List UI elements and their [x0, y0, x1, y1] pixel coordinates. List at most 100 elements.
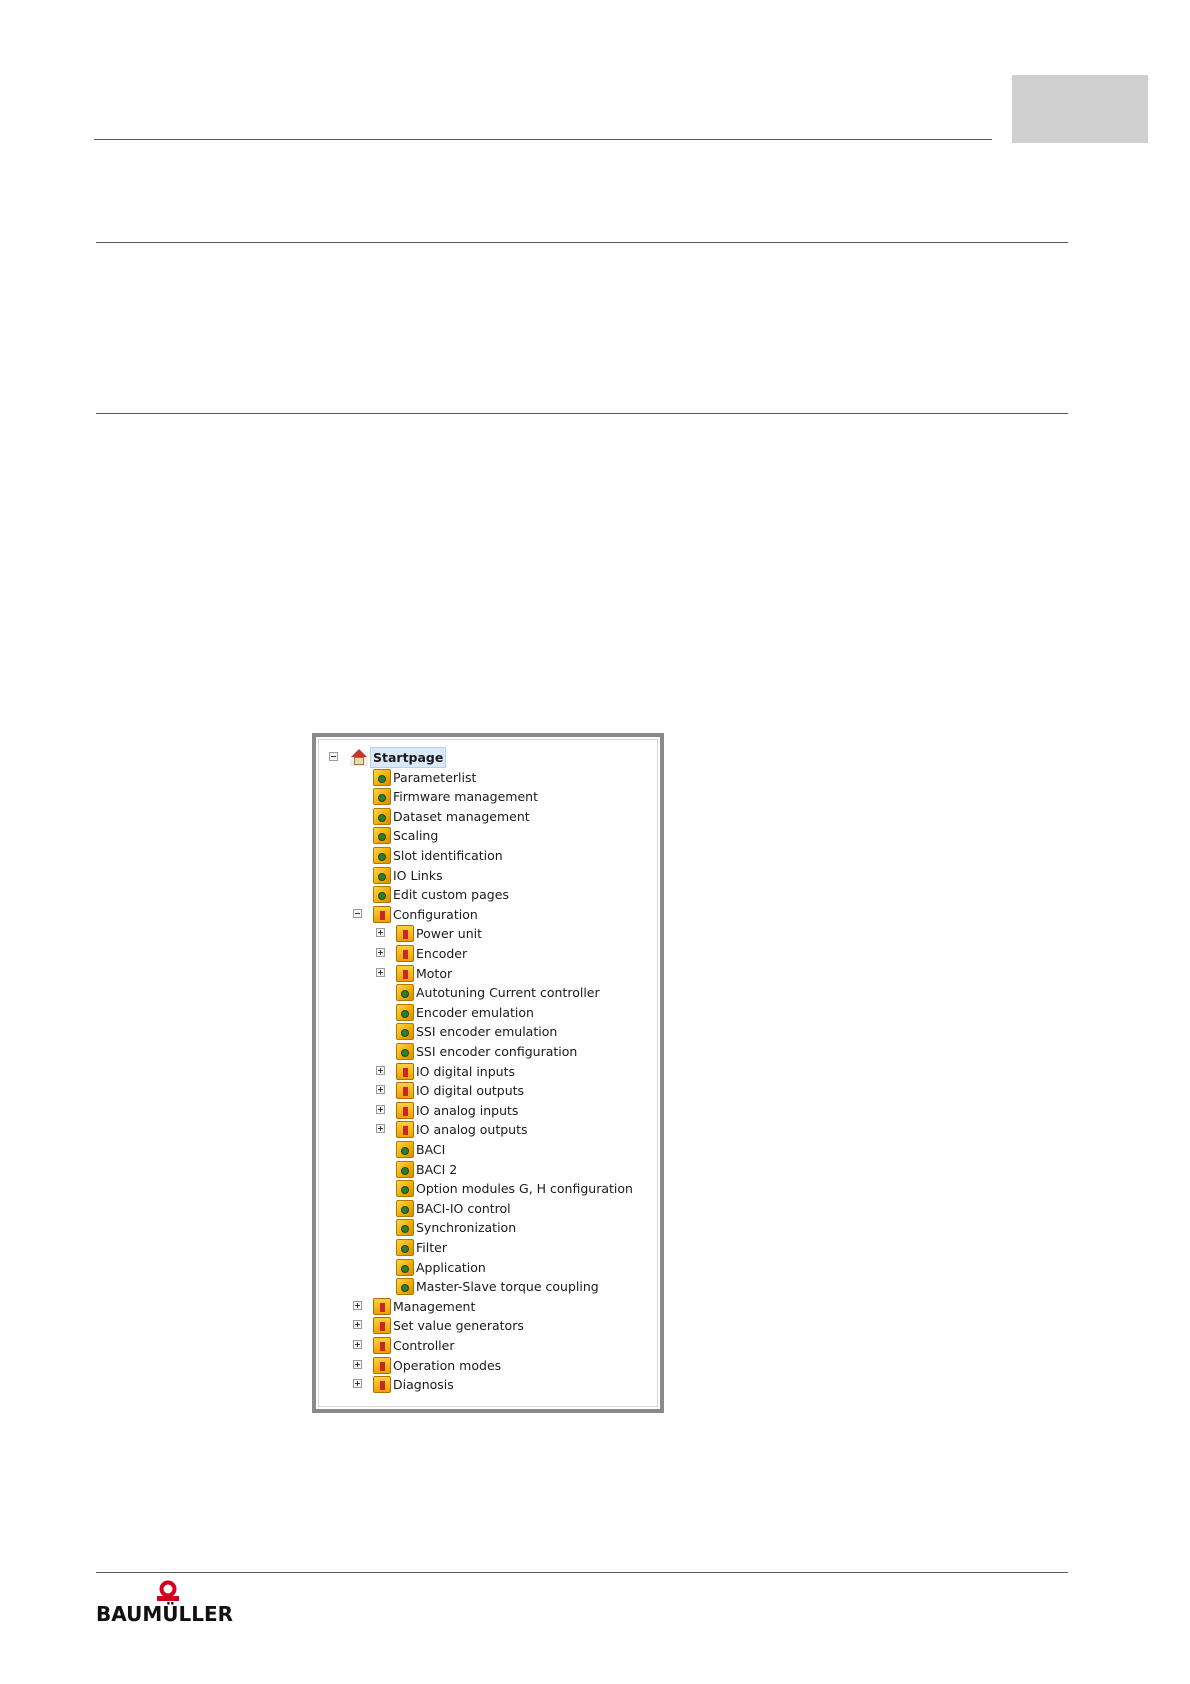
expand-icon[interactable]: [376, 1104, 385, 1114]
tree-item-label: Encoder emulation: [416, 1004, 534, 1020]
tree-item[interactable]: Filter: [319, 1238, 657, 1257]
tree-item-label: Edit custom pages: [393, 887, 509, 903]
tree-item[interactable]: SSI encoder emulation: [319, 1022, 657, 1041]
tree-item-label: IO digital outputs: [416, 1083, 525, 1099]
tree-item[interactable]: Application: [319, 1258, 657, 1277]
collapse-icon[interactable]: [329, 752, 338, 761]
section-divider: [96, 242, 1068, 243]
tree-item[interactable]: IO digital outputs: [319, 1081, 657, 1100]
page-icon: [373, 768, 391, 786]
tree-item[interactable]: SSI encoder configuration: [319, 1042, 657, 1061]
tree-item[interactable]: BACI: [319, 1140, 657, 1159]
tree-item-label: Controller: [393, 1338, 455, 1353]
tree-item-label: Dataset management: [393, 808, 530, 824]
page-icon: [396, 1023, 414, 1041]
tree-item[interactable]: Edit custom pages: [319, 885, 657, 904]
folder-icon: [373, 1376, 391, 1394]
page-icon: [396, 1043, 414, 1060]
tree-item-label: IO digital inputs: [416, 1063, 515, 1079]
folder-icon: [396, 964, 414, 982]
navigation-tree-panel: Startpage Parameterlist Firmware manageme…: [312, 733, 664, 1413]
page-icon: [396, 1180, 414, 1198]
tree-item[interactable]: Encoder emulation: [319, 1003, 657, 1022]
tree-item[interactable]: Slot identification: [319, 846, 657, 865]
tree-item[interactable]: BACI-IO control: [319, 1199, 657, 1218]
page-icon: [396, 984, 414, 1002]
tree-item[interactable]: Scaling: [319, 826, 657, 845]
tree-item-label: Master-Slave torque coupling: [416, 1279, 599, 1295]
tree-item[interactable]: Firmware management: [319, 787, 657, 806]
home-icon: [350, 749, 368, 766]
chapter-tab: [1012, 75, 1148, 143]
page-icon: [396, 1003, 414, 1021]
expand-icon[interactable]: [376, 967, 385, 977]
tree-item[interactable]: BACI 2: [319, 1160, 657, 1179]
page-icon: [373, 788, 391, 806]
tree-item[interactable]: Option modules G, H configuration: [319, 1179, 657, 1198]
tree-item[interactable]: Set value generators: [319, 1316, 657, 1335]
tree-item[interactable]: Synchronization: [319, 1218, 657, 1237]
folder-icon: [396, 1101, 414, 1119]
tree-item-label: Configuration: [393, 906, 478, 922]
tree-item[interactable]: Diagnosis: [319, 1375, 657, 1394]
tree-item-label: IO Links: [393, 867, 443, 883]
expand-icon[interactable]: [376, 1085, 385, 1095]
expand-icon[interactable]: [376, 928, 385, 938]
page-icon: [373, 886, 391, 904]
tree-item-label: Slot identification: [393, 848, 503, 863]
section-divider: [96, 413, 1068, 414]
tree-item[interactable]: Dataset management: [319, 807, 657, 826]
tree-item-label: Power unit: [416, 926, 482, 942]
expand-icon[interactable]: [376, 1065, 385, 1075]
logo-mark-icon: [157, 1580, 179, 1601]
footer-rule: [96, 1572, 1068, 1573]
company-logo: BAUMÜLLER: [96, 1580, 241, 1628]
tree-item-label: IO analog inputs: [416, 1102, 519, 1118]
tree-item[interactable]: Motor: [319, 964, 657, 983]
tree-item[interactable]: Encoder: [319, 944, 657, 963]
tree-root-label: Startpage: [370, 747, 447, 768]
folder-icon: [373, 1337, 391, 1354]
collapse-icon[interactable]: [353, 908, 362, 918]
page-icon: [396, 1278, 414, 1296]
tree-item-label: Set value generators: [393, 1318, 524, 1334]
page-icon: [373, 827, 391, 845]
tree-item[interactable]: Autotuning Current controller: [319, 983, 657, 1002]
tree-root-startpage[interactable]: Startpage: [319, 747, 657, 768]
folder-icon: [373, 1297, 391, 1315]
tree-item[interactable]: IO analog outputs: [319, 1120, 657, 1139]
tree-item-label: Firmware management: [393, 789, 538, 805]
tree-item-label: Application: [416, 1259, 486, 1275]
tree-item[interactable]: IO analog inputs: [319, 1101, 657, 1120]
expand-icon[interactable]: [353, 1340, 362, 1349]
tree-item[interactable]: Master-Slave torque coupling: [319, 1277, 657, 1296]
tree-item[interactable]: Parameterlist: [319, 768, 657, 787]
tree-item[interactable]: Configuration: [319, 905, 657, 924]
expand-icon[interactable]: [353, 1320, 362, 1330]
tree-item[interactable]: Controller: [319, 1336, 657, 1355]
tree-item-label: Management: [393, 1298, 476, 1314]
expand-icon[interactable]: [353, 1300, 362, 1310]
tree-item-label: Diagnosis: [393, 1377, 454, 1393]
tree-item-label: BACI: [416, 1142, 446, 1157]
page-icon: [396, 1258, 414, 1276]
expand-icon[interactable]: [353, 1379, 362, 1389]
navigation-tree: Startpage Parameterlist Firmware manageme…: [318, 739, 658, 1407]
folder-icon: [373, 905, 391, 923]
tree-item[interactable]: IO digital inputs: [319, 1062, 657, 1081]
page-icon: [373, 807, 391, 825]
tree-item-label: Parameterlist: [393, 769, 477, 785]
tree-item[interactable]: Power unit: [319, 924, 657, 943]
tree-item[interactable]: Operation modes: [319, 1356, 657, 1375]
page-icon: [373, 847, 391, 864]
page-icon: [396, 1239, 414, 1256]
expand-icon[interactable]: [376, 948, 385, 957]
tree-item-label: Filter: [416, 1240, 447, 1255]
tree-item[interactable]: IO Links: [319, 866, 657, 885]
expand-icon[interactable]: [376, 1124, 385, 1134]
header-rule: [94, 139, 992, 140]
page-icon: [373, 866, 391, 884]
expand-icon[interactable]: [353, 1359, 362, 1369]
tree-item[interactable]: Management: [319, 1297, 657, 1316]
logo-text: BAUMÜLLER: [96, 1602, 234, 1626]
